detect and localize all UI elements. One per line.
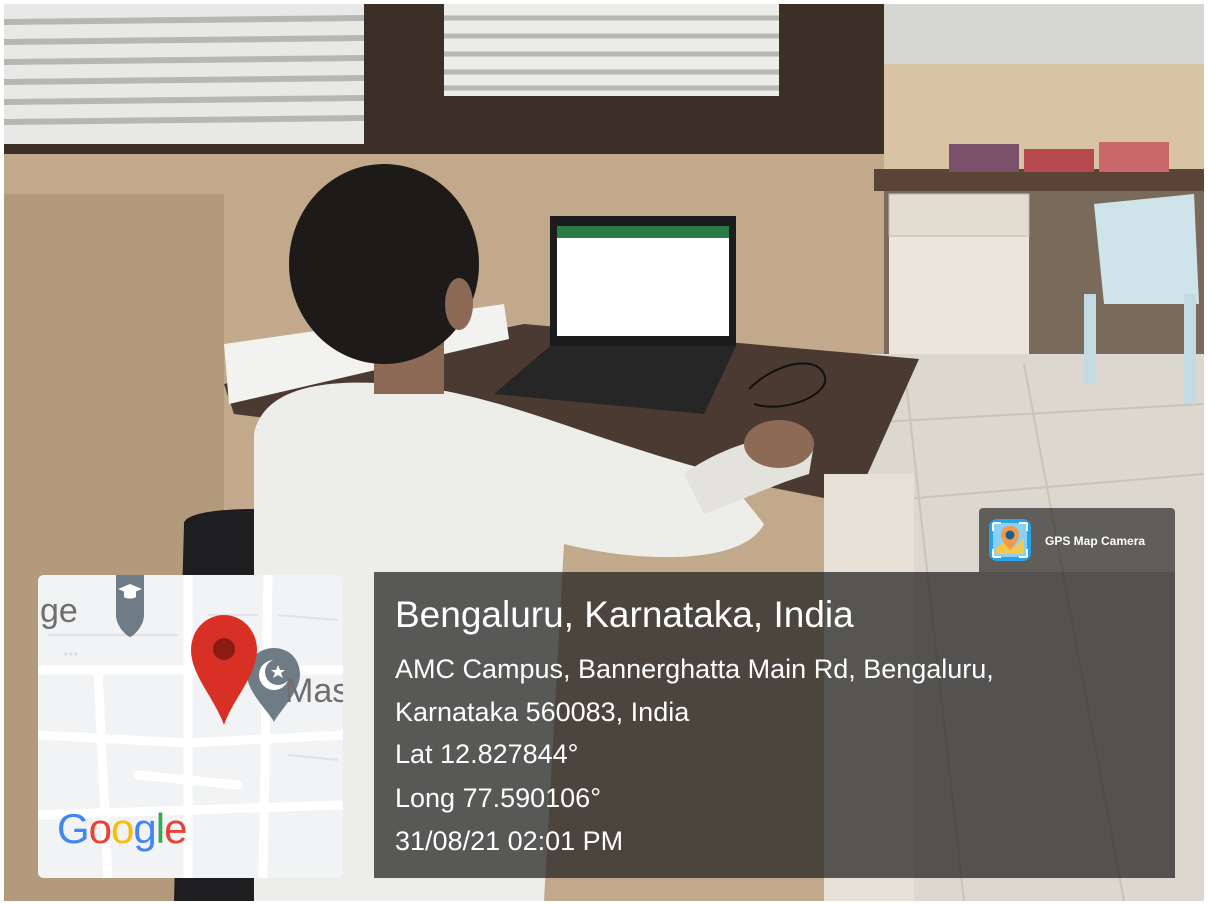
location-title: Bengaluru, Karnataka, India	[395, 594, 854, 635]
google-logo: Google	[57, 805, 187, 853]
longitude-text: Long 77.590106°	[395, 783, 601, 813]
gps-badge-label: GPS Map Camera	[1045, 534, 1146, 548]
latitude-text: Lat 12.827844°	[395, 739, 579, 769]
google-letter-l: l	[155, 805, 165, 852]
map-place-label-left: ge	[40, 592, 78, 630]
map-place-label-right: Mas	[285, 672, 343, 710]
map-thumbnail: ge Mas Google	[38, 575, 343, 878]
gps-map-camera-badge: GPS Map Camera	[979, 508, 1175, 572]
google-letter-o1: o	[88, 805, 112, 852]
google-letter-o2: o	[111, 805, 134, 852]
gps-map-camera-icon	[989, 519, 1031, 561]
location-info-panel: Bengaluru, Karnataka, India AMC Campus, …	[374, 572, 1175, 878]
address-line-2: Karnataka 560083, India	[395, 697, 690, 727]
datetime-text: 31/08/21 02:01 PM	[395, 826, 624, 856]
google-letter-e: e	[164, 805, 187, 852]
google-letter-g1: G	[57, 805, 90, 852]
google-letter-g2: g	[133, 805, 156, 852]
address-line-1: AMC Campus, Bannerghatta Main Rd, Bengal…	[395, 654, 994, 684]
